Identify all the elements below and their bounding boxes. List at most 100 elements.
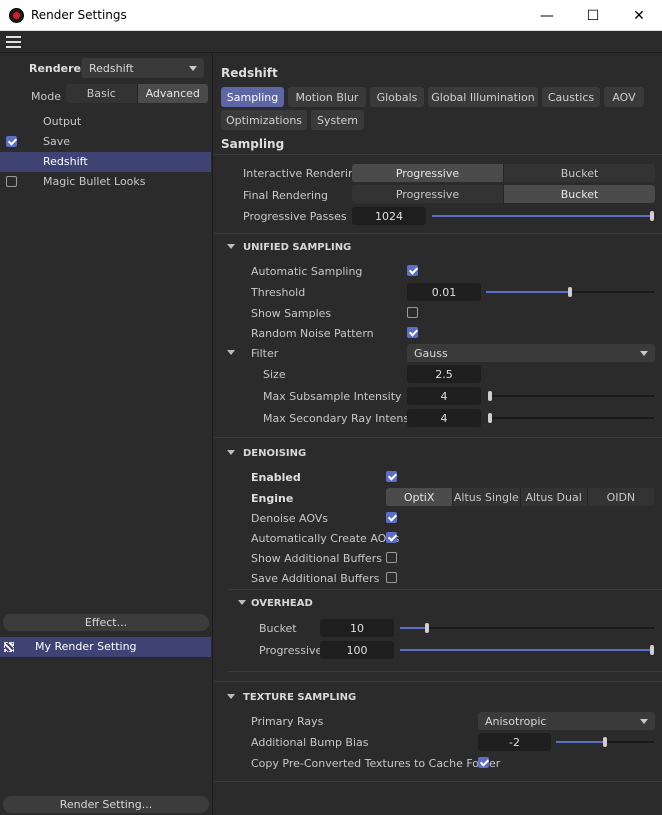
overhead-header[interactable]: OVERHEAD xyxy=(251,598,313,609)
title-bar: Render Settings — ☐ ✕ xyxy=(0,0,662,31)
overhead-bucket-input[interactable]: 10 xyxy=(320,619,394,637)
render-setting-item[interactable]: My Render Setting xyxy=(0,637,211,657)
progressive-passes-slider[interactable] xyxy=(432,211,654,221)
interactive-bucket-button[interactable]: Bucket xyxy=(504,164,655,182)
tab-globals[interactable]: Globals xyxy=(370,87,424,107)
chevron-down-icon[interactable] xyxy=(227,694,235,699)
overhead-progressive-slider[interactable] xyxy=(400,645,654,655)
engine-altus-single-button[interactable]: Altus Single xyxy=(453,488,521,506)
copy-textures-checkbox[interactable] xyxy=(478,757,489,768)
slider-handle[interactable] xyxy=(568,287,572,297)
auto-create-aovs-label: Automatically Create AOVs xyxy=(251,532,400,545)
divider xyxy=(214,781,662,782)
render-setting-button[interactable]: Render Setting... xyxy=(3,796,209,813)
random-noise-checkbox[interactable] xyxy=(407,327,418,338)
final-bucket-button[interactable]: Bucket xyxy=(504,185,655,203)
primary-rays-dropdown[interactable]: Anisotropic xyxy=(478,712,655,730)
slider-handle[interactable] xyxy=(650,645,654,655)
overhead-progressive-input[interactable]: 100 xyxy=(320,641,394,659)
effect-button[interactable]: Effect... xyxy=(3,614,209,631)
list-item-label: Output xyxy=(43,115,82,128)
show-buffers-checkbox[interactable] xyxy=(386,552,397,563)
divider xyxy=(228,589,662,590)
texture-sampling-header[interactable]: TEXTURE SAMPLING xyxy=(243,692,356,703)
automatic-sampling-checkbox[interactable] xyxy=(407,265,418,276)
slider-handle[interactable] xyxy=(650,211,654,221)
filter-dropdown[interactable]: Gauss xyxy=(407,344,655,362)
tab-aov[interactable]: AOV xyxy=(604,87,644,107)
auto-create-aovs-checkbox[interactable] xyxy=(386,532,397,543)
threshold-slider[interactable] xyxy=(486,287,654,297)
engine-altus-dual-button[interactable]: Altus Dual xyxy=(521,488,588,506)
size-input[interactable]: 2.5 xyxy=(407,365,481,383)
section-title: Sampling xyxy=(221,137,285,151)
close-button[interactable]: ✕ xyxy=(616,0,662,31)
threshold-label: Threshold xyxy=(251,286,306,299)
list-item-magic-bullet[interactable]: Magic Bullet Looks xyxy=(0,172,211,192)
overhead-bucket-label: Bucket xyxy=(259,622,297,635)
interactive-rendering-switch: Progressive Bucket xyxy=(352,164,655,182)
unified-sampling-header[interactable]: UNIFIED SAMPLING xyxy=(243,242,351,253)
tab-motion-blur[interactable]: Motion Blur xyxy=(288,87,366,107)
slider-handle[interactable] xyxy=(603,737,607,747)
denoise-enabled-checkbox[interactable] xyxy=(386,471,397,482)
tab-global-illumination[interactable]: Global Illumination xyxy=(428,87,538,107)
app-logo-icon xyxy=(9,8,24,23)
threshold-input[interactable]: 0.01 xyxy=(407,283,481,301)
tab-caustics[interactable]: Caustics xyxy=(542,87,600,107)
list-item-save[interactable]: Save xyxy=(0,132,211,152)
denoise-aovs-checkbox[interactable] xyxy=(386,512,397,523)
chevron-down-icon[interactable] xyxy=(227,450,235,455)
chevron-down-icon[interactable] xyxy=(227,350,235,355)
engine-optix-button[interactable]: OptiX xyxy=(386,488,454,506)
max-secondary-label: Max Secondary Ray Intensity xyxy=(263,412,424,425)
magic-bullet-checkbox[interactable] xyxy=(6,176,17,187)
mode-advanced-button[interactable]: Advanced xyxy=(137,84,208,103)
chevron-down-icon xyxy=(640,351,648,356)
max-subsample-input[interactable]: 4 xyxy=(407,387,481,405)
progressive-passes-input[interactable]: 1024 xyxy=(352,207,426,225)
chevron-down-icon[interactable] xyxy=(238,600,246,605)
list-item-output[interactable]: Output xyxy=(0,112,211,132)
renderer-label: Renderer xyxy=(29,62,87,75)
final-progressive-button[interactable]: Progressive xyxy=(352,185,504,203)
show-samples-checkbox[interactable] xyxy=(407,307,418,318)
save-checkbox[interactable] xyxy=(6,136,17,147)
window-title: Render Settings xyxy=(31,8,127,22)
overhead-progressive-label: Progressive xyxy=(259,644,323,657)
chevron-down-icon[interactable] xyxy=(227,244,235,249)
final-rendering-label: Final Rendering xyxy=(243,189,329,202)
divider xyxy=(214,681,662,682)
engine-oidn-button[interactable]: OIDN xyxy=(588,488,654,506)
divider xyxy=(228,671,662,672)
settings-sidebar: Renderer Redshift Mode Basic Advanced Ou… xyxy=(0,53,213,815)
slider-handle[interactable] xyxy=(488,391,492,401)
hamburger-menu-icon[interactable] xyxy=(6,36,21,48)
size-label: Size xyxy=(263,368,286,381)
slider-handle[interactable] xyxy=(488,413,492,423)
renderer-dropdown[interactable]: Redshift xyxy=(82,58,204,78)
divider xyxy=(214,154,662,155)
bump-bias-slider[interactable] xyxy=(556,737,654,747)
primary-rays-value: Anisotropic xyxy=(485,714,547,728)
tab-system[interactable]: System xyxy=(311,110,364,130)
tab-sampling[interactable]: Sampling xyxy=(221,87,284,107)
tab-optimizations[interactable]: Optimizations xyxy=(221,110,307,130)
filter-value: Gauss xyxy=(414,346,448,360)
save-buffers-checkbox[interactable] xyxy=(386,572,397,583)
max-secondary-input[interactable]: 4 xyxy=(407,409,481,427)
overhead-bucket-slider[interactable] xyxy=(400,623,654,633)
max-subsample-slider[interactable] xyxy=(488,391,654,401)
slider-handle[interactable] xyxy=(425,623,429,633)
max-secondary-slider[interactable] xyxy=(488,413,654,423)
primary-rays-label: Primary Rays xyxy=(251,715,324,728)
denoising-header[interactable]: DENOISING xyxy=(243,448,306,459)
minimize-button[interactable]: — xyxy=(524,0,570,31)
bump-bias-input[interactable]: -2 xyxy=(478,733,551,751)
mode-basic-button[interactable]: Basic xyxy=(66,84,138,103)
interactive-rendering-label: Interactive Rendering xyxy=(243,167,362,180)
interactive-progressive-button[interactable]: Progressive xyxy=(352,164,504,182)
list-item-redshift[interactable]: Redshift xyxy=(0,152,211,172)
maximize-button[interactable]: ☐ xyxy=(570,0,616,31)
engine-label: Engine xyxy=(251,492,294,505)
